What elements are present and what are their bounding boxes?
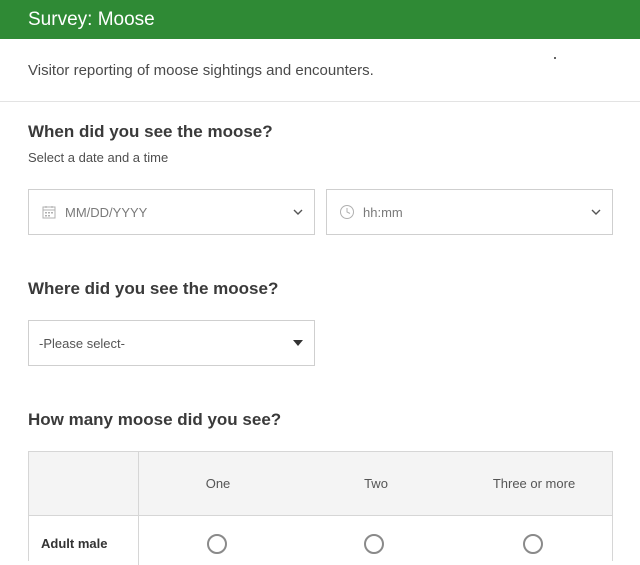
date-placeholder: MM/DD/YYYY (65, 204, 148, 220)
chevron-down-icon (292, 206, 304, 218)
survey-title: Survey: Moose (28, 8, 155, 30)
date-input[interactable]: MM/DD/YYYY (28, 189, 315, 235)
column-three-or-more: Three or more (492, 476, 576, 491)
time-placeholder: hh:mm (363, 204, 403, 220)
moose-count-grid: One Two Three or more Adult male (28, 451, 613, 565)
clock-icon (339, 204, 355, 220)
stray-dot (554, 57, 556, 59)
time-input[interactable]: hh:mm (326, 189, 613, 235)
calendar-icon (41, 204, 57, 220)
survey-description: Visitor reporting of moose sightings and… (28, 61, 374, 79)
survey-header: Survey: Moose (0, 0, 640, 39)
radio-adult-male-two[interactable] (364, 534, 384, 554)
question-where-title: Where did you see the moose? (28, 279, 279, 298)
chevron-down-icon (590, 206, 602, 218)
row-label-adult-male: Adult male (29, 515, 139, 565)
dropdown-caret-icon (293, 340, 303, 346)
grid-corner-cell (29, 452, 139, 515)
column-one: One (205, 476, 231, 491)
radio-adult-male-one[interactable] (207, 534, 227, 554)
location-select-value: -Please select- (39, 335, 125, 351)
question-when-hint: Select a date and a time (28, 150, 169, 165)
column-two: Two (364, 476, 388, 491)
question-how-many-title: How many moose did you see? (28, 410, 282, 429)
location-select[interactable]: -Please select- (28, 320, 315, 366)
survey-description-bar: Visitor reporting of moose sightings and… (0, 39, 640, 102)
radio-adult-male-three-or-more[interactable] (523, 534, 543, 554)
question-when-title: When did you see the moose? (28, 122, 273, 141)
